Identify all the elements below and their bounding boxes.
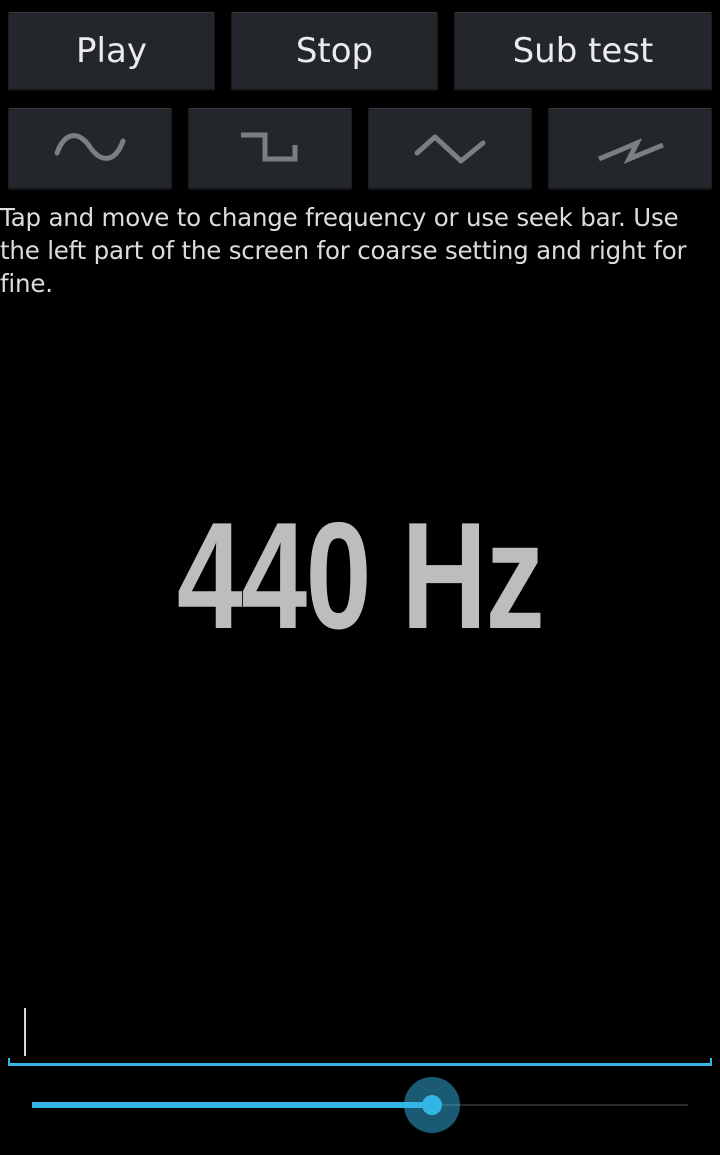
input-underline	[8, 1058, 712, 1066]
square-wave-icon	[233, 127, 307, 171]
frequency-display[interactable]: 440 Hz	[79, 500, 641, 652]
seek-bar-progress	[32, 1102, 432, 1108]
triangle-wave-button[interactable]	[368, 108, 532, 190]
sawtooth-wave-button[interactable]	[548, 108, 712, 190]
frequency-seek-bar[interactable]	[32, 1075, 688, 1135]
text-cursor	[24, 1008, 26, 1056]
sub-test-button-label: Sub test	[512, 31, 654, 71]
stop-button[interactable]: Stop	[231, 12, 438, 91]
play-button-label: Play	[76, 31, 147, 71]
seek-bar-thumb-core	[422, 1095, 442, 1115]
stop-button-label: Stop	[295, 31, 374, 71]
play-button[interactable]: Play	[8, 12, 215, 91]
square-wave-button[interactable]	[188, 108, 352, 190]
sub-test-button[interactable]: Sub test	[454, 12, 712, 91]
sine-wave-button[interactable]	[8, 108, 172, 190]
frequency-input[interactable]	[8, 1000, 712, 1066]
instructions-text: Tap and move to change frequency or use …	[0, 203, 687, 298]
seek-bar-thumb[interactable]	[404, 1077, 460, 1133]
sawtooth-wave-icon	[593, 127, 667, 171]
sine-wave-icon	[53, 127, 127, 171]
triangle-wave-icon	[413, 127, 487, 171]
